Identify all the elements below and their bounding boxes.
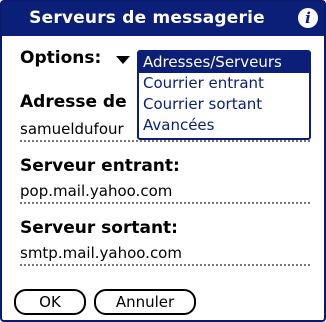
menu-item-incoming-mail[interactable]: Courrier entrant xyxy=(139,73,309,94)
incoming-server-label: Serveur entrant: xyxy=(20,156,180,176)
menu-item-addresses-servers[interactable]: Adresses/Serveurs xyxy=(139,52,309,73)
dialog-title: Serveurs de messagerie xyxy=(29,8,265,28)
outgoing-server-label: Serveur sortant: xyxy=(20,218,178,238)
dialog-window: Serveurs de messagerie i Options: Adress… xyxy=(0,0,326,322)
dropdown-arrow-icon[interactable] xyxy=(116,56,130,64)
menu-item-outgoing-mail[interactable]: Courrier sortant xyxy=(139,94,309,115)
options-label[interactable]: Options: xyxy=(20,48,101,68)
incoming-server-field[interactable]: pop.mail.yahoo.com xyxy=(20,182,310,204)
address-label: Adresse de xyxy=(20,92,127,112)
info-icon[interactable]: i xyxy=(298,8,318,28)
options-popup-menu[interactable]: Adresses/Serveurs Courrier entrant Courr… xyxy=(137,50,311,140)
cancel-button[interactable]: Annuler xyxy=(94,289,196,315)
menu-item-advanced[interactable]: Avancées xyxy=(139,115,309,136)
ok-button[interactable]: OK xyxy=(14,289,86,315)
outgoing-server-field[interactable]: smtp.mail.yahoo.com xyxy=(20,244,310,266)
title-bar: Serveurs de messagerie i xyxy=(2,2,324,36)
